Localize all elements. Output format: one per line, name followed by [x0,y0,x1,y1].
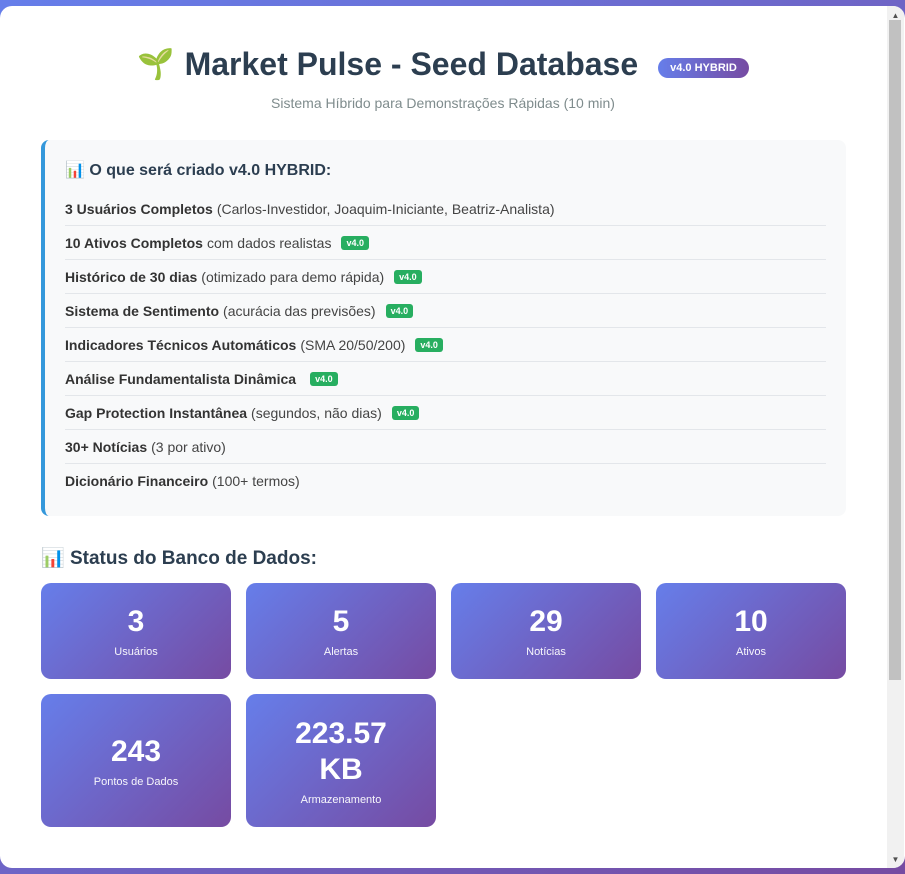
feature-item: 3 Usuários Completos (Carlos-Investidor, … [65,192,826,226]
stat-label: Alertas [323,646,359,658]
version-badge: v4.0 HYBRID [658,57,749,78]
feature-item: 10 Ativos Completos com dados realistas v4… [65,226,826,260]
stat-value: 223.57 KB [295,716,387,786]
feature-name: 30+ Notícias [65,438,148,455]
feature-detail: (SMA 20/50/200) [300,336,406,353]
feature-name: Gap Protection Instantânea [65,404,248,421]
feature-item: Indicadores Técnicos Automáticos (SMA 20/… [65,328,826,362]
stat-label: Notícias [526,646,566,658]
feature-detail: (segundos, não dias) [251,404,382,421]
status-title-text: Status do Banco de Dados: [69,548,317,569]
stat-card: 3 Usuários [41,583,231,679]
info-title-text: O que será criado v4.0 HYBRID: [89,162,332,179]
feature-item: Sistema de Sentimento (acurácia das previ… [65,294,826,328]
page-title: 🌱 Market Pulse - Seed Database [137,46,638,83]
page-header: 🌱 Market Pulse - Seed Database v4.0 HYBR… [0,46,886,111]
stat-label: Armazenamento [300,793,382,806]
feature-name: Dicionário Financeiro [65,473,209,489]
status-title: 📊 Status do Banco de Dados: [41,546,317,570]
stat-card: 29 Notícias [451,583,641,679]
stat-card: 223.57 KB Armazenamento [246,694,436,827]
feature-name: Análise Fundamentalista Dinâmica [65,370,297,387]
feature-item: Gap Protection Instantânea (segundos, não… [65,396,826,430]
content-area: 🌱 Market Pulse - Seed Database v4.0 HYBR… [0,6,886,868]
version-tag: v4.0 [310,371,338,386]
feature-name: Sistema de Sentimento [65,302,220,319]
version-tag: v4.0 [415,337,443,352]
version-tag: v4.0 [391,405,420,420]
feature-list: 3 Usuários Completos (Carlos-Investidor, … [65,192,826,498]
feature-item: Análise Fundamentalista Dinâmica v4.0 [65,362,826,396]
stat-value: 243 [110,734,162,768]
feature-item: Dicionário Financeiro (100+ termos) [65,464,826,498]
feature-item: 30+ Notícias (3 por ativo) [65,430,826,464]
stats-grid: 3 Usuários 5 Alertas 29 Notícias 10 Ativos 243 Po… [41,583,846,827]
feature-name: Indicadores Técnicos Automáticos [65,336,297,353]
scrollbar-thumb[interactable] [889,20,901,680]
stat-label: Usuários [114,646,158,658]
version-tag: v4.0 [341,235,370,250]
stat-card: 10 Ativos [656,583,846,679]
page-subtitle: Sistema Híbrido para Demonstrações Rápid… [271,95,615,111]
stat-card: 243 Pontos de Dados [41,694,231,827]
stat-value: 29 [529,605,563,638]
feature-name: Histórico de 30 dias [65,268,198,285]
feature-detail: (acurácia das previsões) [223,302,376,319]
feature-item: Histórico de 30 dias (otimizado para demo… [65,260,826,294]
chart-icon: 📊 [65,162,85,179]
seedling-icon: 🌱 [137,48,175,81]
stat-label: Ativos [736,646,766,658]
feature-name: 3 Usuários Completos [65,200,213,217]
main-card: 🌱 Market Pulse - Seed Database v4.0 HYBR… [0,6,905,868]
feature-detail: (100+ termos) [212,473,300,489]
version-tag: v4.0 [385,303,414,318]
info-title: 📊 O que será criado v4.0 HYBRID: [65,160,826,180]
version-tag: v4.0 [394,269,422,284]
feature-detail: (otimizado para demo rápida) [201,268,385,285]
vertical-scrollbar[interactable]: ▲ ▼ [887,6,904,868]
feature-detail: (3 por ativo) [151,438,226,455]
stat-value: 10 [734,605,768,638]
feature-detail: (Carlos-Investidor, Joaquim-Iniciante, B… [216,200,555,217]
feature-detail: com dados realistas [206,234,332,251]
stat-card: 5 Alertas [246,583,436,679]
feature-name: 10 Ativos Completos [65,234,203,251]
page-title-text: Market Pulse - Seed Database [184,46,639,82]
stat-value: 3 [127,605,145,638]
stat-value: 5 [332,605,350,638]
info-box: 📊 O que será criado v4.0 HYBRID: 3 Usuár… [41,140,846,516]
stat-label: Pontos de Dados [93,775,179,788]
chart-icon: 📊 [41,548,65,569]
scroll-down-icon[interactable]: ▼ [887,852,904,866]
